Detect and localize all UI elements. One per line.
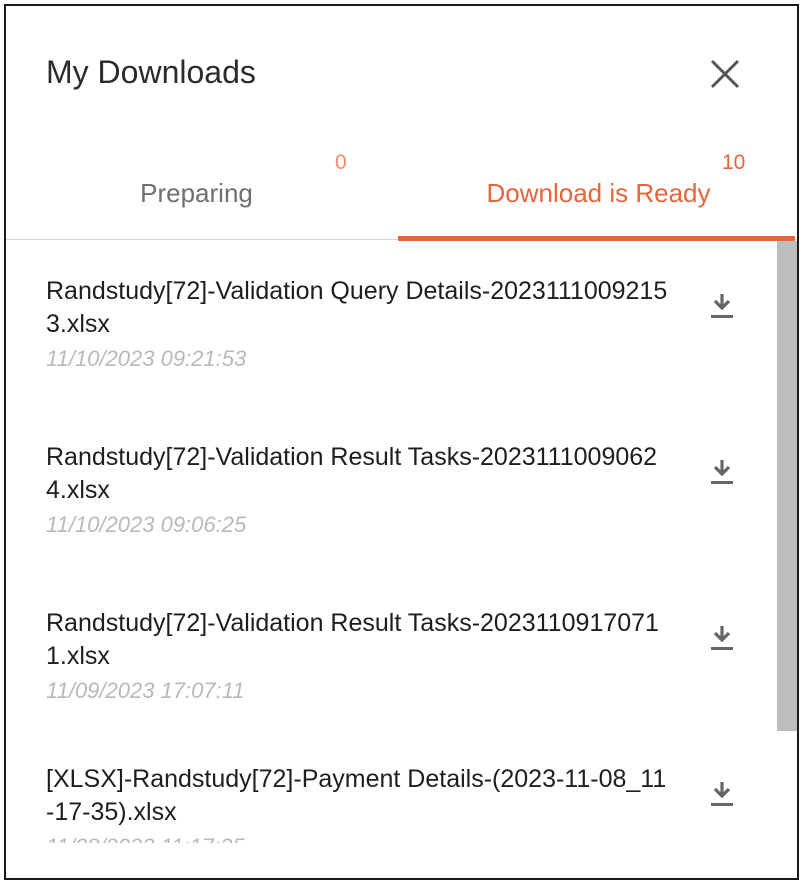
tab-preparing-count: 0 [335, 151, 347, 174]
tab-bar: 0 Preparing 10 Download is Ready [6, 146, 797, 241]
download-timestamp: 11/10/2023 09:06:25 [46, 512, 247, 537]
download-icon [711, 626, 733, 650]
downloads-panel: My Downloads 0 Preparing 10 Download is … [4, 4, 799, 880]
panel-title: My Downloads [46, 54, 256, 90]
download-icon [711, 782, 733, 806]
list-item: Randstudy[72]-Validation Query Details-2… [6, 275, 766, 425]
download-button[interactable] [708, 779, 736, 809]
tab-download-ready[interactable]: 10 Download is Ready [398, 146, 795, 241]
download-button[interactable] [708, 457, 736, 487]
tab-preparing-label: Preparing [140, 178, 253, 208]
download-list: Randstudy[72]-Validation Query Details-2… [6, 241, 797, 843]
close-icon [710, 59, 740, 89]
close-button[interactable] [703, 52, 747, 96]
download-button[interactable] [708, 623, 736, 653]
download-button[interactable] [708, 291, 736, 321]
list-item: [XLSX]-Randstudy[72]-Payment Details-(20… [6, 763, 766, 843]
tab-ready-count: 10 [722, 151, 746, 174]
download-file-name: Randstudy[72]-Validation Query Details-2… [46, 277, 668, 338]
download-timestamp: 11/08/2023 11:17:35 [46, 833, 245, 843]
download-file-name: Randstudy[72]-Validation Result Tasks-20… [46, 443, 658, 504]
list-item: Randstudy[72]-Validation Result Tasks-20… [6, 607, 766, 757]
download-icon [711, 294, 733, 318]
download-file-name: Randstudy[72]-Validation Result Tasks-20… [46, 609, 659, 670]
list-item: Randstudy[72]-Validation Result Tasks-20… [6, 441, 766, 591]
list-scrollbar[interactable] [777, 241, 797, 731]
tab-ready-label: Download is Ready [486, 178, 711, 208]
tab-preparing[interactable]: 0 Preparing [6, 146, 403, 240]
download-file-name: [XLSX]-Randstudy[72]-Payment Details-(20… [46, 765, 667, 826]
download-timestamp: 11/10/2023 09:21:53 [46, 346, 247, 371]
download-timestamp: 11/09/2023 17:07:11 [46, 678, 245, 703]
download-icon [711, 460, 733, 484]
